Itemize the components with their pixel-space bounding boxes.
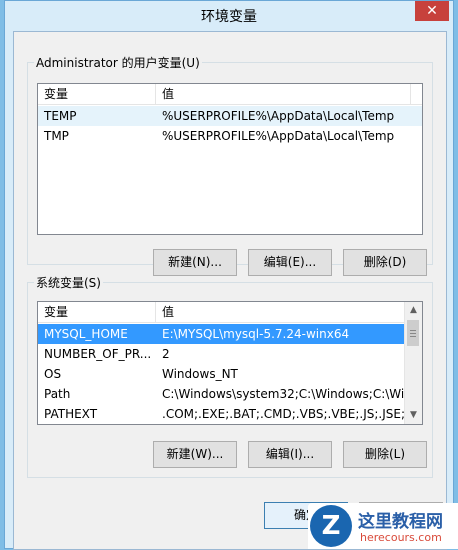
variable-value: .COM;.EXE;.BAT;.CMD;.VBS;.VBE;.JS;.JSE;.…	[162, 407, 407, 421]
variable-name: TEMP	[44, 109, 77, 123]
column-header-value[interactable]: 值	[156, 84, 411, 104]
variable-value: E:\MYSQL\mysql-5.7.24-winx64	[162, 327, 350, 341]
variable-value: Windows_NT	[162, 367, 238, 381]
vertical-scrollbar[interactable]: ▲ ▼	[404, 302, 422, 424]
system-edit-button[interactable]: 编辑(I)...	[248, 441, 332, 468]
system-new-button[interactable]: 新建(W)...	[153, 441, 237, 468]
watermark-logo-icon: Z	[310, 505, 352, 547]
variable-name: Path	[44, 387, 71, 401]
close-button[interactable]: ✕	[415, 1, 449, 21]
column-header-variable[interactable]: 变量	[38, 84, 156, 104]
variable-value: 2	[162, 347, 170, 361]
list-item[interactable]: TEMP %USERPROFILE%\AppData\Local\Temp	[38, 106, 422, 126]
variable-name: PATHEXT	[44, 407, 98, 421]
system-variables-list[interactable]: 变量 值 MYSQL_HOME E:\MYSQL\mysql-5.7.24-wi…	[37, 301, 423, 425]
list-item[interactable]: PATHEXT .COM;.EXE;.BAT;.CMD;.VBS;.VBE;.J…	[38, 404, 407, 424]
variable-name: MYSQL_HOME	[44, 327, 128, 341]
scroll-thumb[interactable]	[407, 320, 419, 346]
variable-value: %USERPROFILE%\AppData\Local\Temp	[162, 129, 395, 143]
watermark-text: 这里教程网	[358, 512, 443, 532]
column-header-variable[interactable]: 变量	[38, 302, 156, 322]
list-item-selected[interactable]: MYSQL_HOME E:\MYSQL\mysql-5.7.24-winx64	[38, 324, 405, 344]
user-variables-group: Administrator 的用户变量(U) 变量 值 TEMP %USERPR…	[27, 54, 433, 276]
environment-variables-window: 环境变量 ✕ Administrator 的用户变量(U) 变量 值 TEMP …	[4, 0, 454, 550]
user-delete-button[interactable]: 删除(D)	[343, 249, 427, 276]
user-new-button[interactable]: 新建(N)...	[153, 249, 237, 276]
variable-value: %USERPROFILE%\AppData\Local\Temp	[162, 109, 395, 123]
site-watermark: Z 这里教程网 herecours.com	[308, 503, 458, 549]
title-bar[interactable]: 环境变量 ✕	[5, 1, 453, 29]
variable-name: OS	[44, 367, 62, 381]
system-variables-group: 系统变量(S) 变量 值 MYSQL_HOME E:\MYSQL\mysql-5…	[27, 274, 433, 478]
list-item[interactable]: OS Windows_NT	[38, 364, 405, 384]
watermark-url: herecours.com	[360, 531, 442, 544]
variable-value: C:\Windows\system32;C:\Windows;C:\Wi...	[162, 387, 407, 401]
user-edit-button[interactable]: 编辑(E)...	[248, 249, 332, 276]
list-item[interactable]: NUMBER_OF_PR... 2	[38, 344, 405, 364]
column-header-value[interactable]: 值	[156, 302, 407, 322]
user-variables-list[interactable]: 变量 值 TEMP %USERPROFILE%\AppData\Local\Te…	[37, 83, 423, 235]
scroll-down-arrow-icon[interactable]: ▼	[405, 407, 422, 424]
list-header: 变量 值	[38, 84, 422, 105]
system-delete-button[interactable]: 删除(L)	[343, 441, 427, 468]
scroll-up-arrow-icon[interactable]: ▲	[405, 302, 422, 319]
variable-name: NUMBER_OF_PR...	[44, 347, 152, 361]
system-variables-label: 系统变量(S)	[34, 274, 103, 291]
list-item[interactable]: Path C:\Windows\system32;C:\Windows;C:\W…	[38, 384, 407, 404]
user-variables-label: Administrator 的用户变量(U)	[34, 54, 202, 71]
variable-name: TMP	[44, 129, 69, 143]
list-item[interactable]: TMP %USERPROFILE%\AppData\Local\Temp	[38, 126, 422, 146]
window-title: 环境变量	[201, 9, 257, 25]
list-header: 变量 值	[38, 302, 407, 323]
dialog-client-area: Administrator 的用户变量(U) 变量 值 TEMP %USERPR…	[13, 31, 447, 550]
